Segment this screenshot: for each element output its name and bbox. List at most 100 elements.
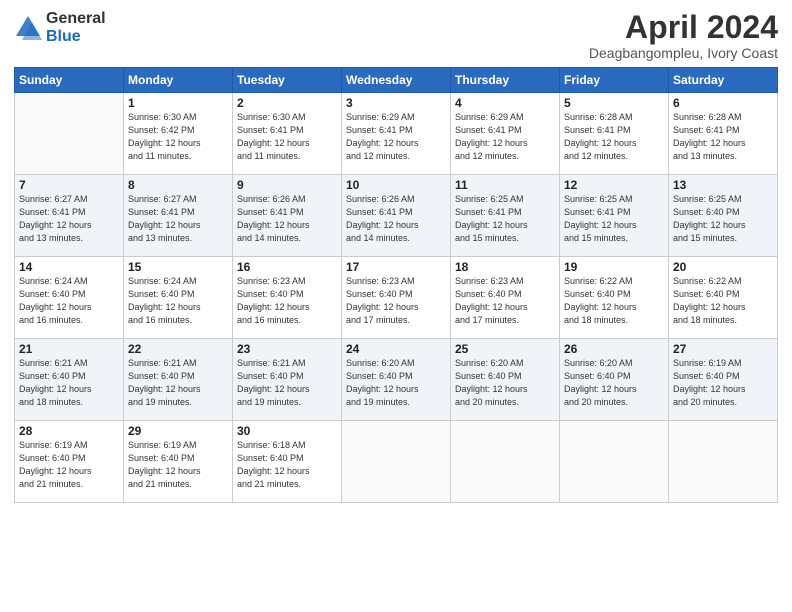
- day-cell: 6Sunrise: 6:28 AM Sunset: 6:41 PM Daylig…: [669, 93, 778, 175]
- day-number: 22: [128, 342, 228, 356]
- day-info: Sunrise: 6:22 AM Sunset: 6:40 PM Dayligh…: [564, 275, 664, 327]
- day-number: 24: [346, 342, 446, 356]
- header-row: Sunday Monday Tuesday Wednesday Thursday…: [15, 68, 778, 93]
- day-cell: 23Sunrise: 6:21 AM Sunset: 6:40 PM Dayli…: [233, 339, 342, 421]
- day-number: 9: [237, 178, 337, 192]
- main-title: April 2024: [589, 10, 778, 45]
- logo-general-text: General: [46, 10, 106, 28]
- day-cell: 14Sunrise: 6:24 AM Sunset: 6:40 PM Dayli…: [15, 257, 124, 339]
- col-wednesday: Wednesday: [342, 68, 451, 93]
- day-number: 11: [455, 178, 555, 192]
- day-number: 14: [19, 260, 119, 274]
- day-cell: 25Sunrise: 6:20 AM Sunset: 6:40 PM Dayli…: [451, 339, 560, 421]
- week-row-2: 7Sunrise: 6:27 AM Sunset: 6:41 PM Daylig…: [15, 175, 778, 257]
- header: General Blue April 2024 Deagbangompleu, …: [14, 10, 778, 61]
- day-cell: 26Sunrise: 6:20 AM Sunset: 6:40 PM Dayli…: [560, 339, 669, 421]
- col-saturday: Saturday: [669, 68, 778, 93]
- day-info: Sunrise: 6:25 AM Sunset: 6:41 PM Dayligh…: [455, 193, 555, 245]
- day-info: Sunrise: 6:19 AM Sunset: 6:40 PM Dayligh…: [19, 439, 119, 491]
- day-number: 5: [564, 96, 664, 110]
- day-info: Sunrise: 6:29 AM Sunset: 6:41 PM Dayligh…: [455, 111, 555, 163]
- day-info: Sunrise: 6:18 AM Sunset: 6:40 PM Dayligh…: [237, 439, 337, 491]
- day-info: Sunrise: 6:28 AM Sunset: 6:41 PM Dayligh…: [564, 111, 664, 163]
- week-row-5: 28Sunrise: 6:19 AM Sunset: 6:40 PM Dayli…: [15, 421, 778, 503]
- day-info: Sunrise: 6:27 AM Sunset: 6:41 PM Dayligh…: [128, 193, 228, 245]
- day-cell: 16Sunrise: 6:23 AM Sunset: 6:40 PM Dayli…: [233, 257, 342, 339]
- day-info: Sunrise: 6:28 AM Sunset: 6:41 PM Dayligh…: [673, 111, 773, 163]
- logo-blue-text: Blue: [46, 28, 106, 46]
- day-info: Sunrise: 6:30 AM Sunset: 6:41 PM Dayligh…: [237, 111, 337, 163]
- page: General Blue April 2024 Deagbangompleu, …: [0, 0, 792, 612]
- day-cell: 27Sunrise: 6:19 AM Sunset: 6:40 PM Dayli…: [669, 339, 778, 421]
- day-info: Sunrise: 6:23 AM Sunset: 6:40 PM Dayligh…: [455, 275, 555, 327]
- day-cell: 28Sunrise: 6:19 AM Sunset: 6:40 PM Dayli…: [15, 421, 124, 503]
- day-cell: [342, 421, 451, 503]
- day-info: Sunrise: 6:19 AM Sunset: 6:40 PM Dayligh…: [673, 357, 773, 409]
- day-cell: 29Sunrise: 6:19 AM Sunset: 6:40 PM Dayli…: [124, 421, 233, 503]
- day-info: Sunrise: 6:27 AM Sunset: 6:41 PM Dayligh…: [19, 193, 119, 245]
- day-number: 8: [128, 178, 228, 192]
- day-cell: 7Sunrise: 6:27 AM Sunset: 6:41 PM Daylig…: [15, 175, 124, 257]
- day-cell: 9Sunrise: 6:26 AM Sunset: 6:41 PM Daylig…: [233, 175, 342, 257]
- day-number: 17: [346, 260, 446, 274]
- day-number: 23: [237, 342, 337, 356]
- day-cell: [560, 421, 669, 503]
- day-number: 19: [564, 260, 664, 274]
- day-number: 26: [564, 342, 664, 356]
- day-info: Sunrise: 6:22 AM Sunset: 6:40 PM Dayligh…: [673, 275, 773, 327]
- day-cell: 17Sunrise: 6:23 AM Sunset: 6:40 PM Dayli…: [342, 257, 451, 339]
- day-number: 20: [673, 260, 773, 274]
- day-info: Sunrise: 6:24 AM Sunset: 6:40 PM Dayligh…: [128, 275, 228, 327]
- title-block: April 2024 Deagbangompleu, Ivory Coast: [589, 10, 778, 61]
- calendar-body: 1Sunrise: 6:30 AM Sunset: 6:42 PM Daylig…: [15, 93, 778, 503]
- week-row-3: 14Sunrise: 6:24 AM Sunset: 6:40 PM Dayli…: [15, 257, 778, 339]
- day-number: 2: [237, 96, 337, 110]
- week-row-1: 1Sunrise: 6:30 AM Sunset: 6:42 PM Daylig…: [15, 93, 778, 175]
- day-info: Sunrise: 6:21 AM Sunset: 6:40 PM Dayligh…: [128, 357, 228, 409]
- day-cell: 2Sunrise: 6:30 AM Sunset: 6:41 PM Daylig…: [233, 93, 342, 175]
- day-number: 25: [455, 342, 555, 356]
- col-friday: Friday: [560, 68, 669, 93]
- logo-text: General Blue: [46, 10, 106, 45]
- col-tuesday: Tuesday: [233, 68, 342, 93]
- day-number: 16: [237, 260, 337, 274]
- day-cell: 22Sunrise: 6:21 AM Sunset: 6:40 PM Dayli…: [124, 339, 233, 421]
- day-info: Sunrise: 6:20 AM Sunset: 6:40 PM Dayligh…: [455, 357, 555, 409]
- day-number: 30: [237, 424, 337, 438]
- day-cell: 18Sunrise: 6:23 AM Sunset: 6:40 PM Dayli…: [451, 257, 560, 339]
- day-info: Sunrise: 6:26 AM Sunset: 6:41 PM Dayligh…: [237, 193, 337, 245]
- day-cell: 1Sunrise: 6:30 AM Sunset: 6:42 PM Daylig…: [124, 93, 233, 175]
- day-number: 15: [128, 260, 228, 274]
- day-cell: 13Sunrise: 6:25 AM Sunset: 6:40 PM Dayli…: [669, 175, 778, 257]
- day-number: 29: [128, 424, 228, 438]
- day-cell: [451, 421, 560, 503]
- day-info: Sunrise: 6:26 AM Sunset: 6:41 PM Dayligh…: [346, 193, 446, 245]
- day-number: 4: [455, 96, 555, 110]
- day-number: 6: [673, 96, 773, 110]
- col-thursday: Thursday: [451, 68, 560, 93]
- day-info: Sunrise: 6:25 AM Sunset: 6:40 PM Dayligh…: [673, 193, 773, 245]
- day-info: Sunrise: 6:20 AM Sunset: 6:40 PM Dayligh…: [346, 357, 446, 409]
- subtitle: Deagbangompleu, Ivory Coast: [589, 45, 778, 61]
- week-row-4: 21Sunrise: 6:21 AM Sunset: 6:40 PM Dayli…: [15, 339, 778, 421]
- day-cell: 5Sunrise: 6:28 AM Sunset: 6:41 PM Daylig…: [560, 93, 669, 175]
- day-cell: 3Sunrise: 6:29 AM Sunset: 6:41 PM Daylig…: [342, 93, 451, 175]
- day-info: Sunrise: 6:24 AM Sunset: 6:40 PM Dayligh…: [19, 275, 119, 327]
- day-number: 27: [673, 342, 773, 356]
- day-number: 13: [673, 178, 773, 192]
- day-number: 7: [19, 178, 119, 192]
- day-number: 12: [564, 178, 664, 192]
- day-number: 21: [19, 342, 119, 356]
- logo: General Blue: [14, 10, 106, 45]
- calendar: Sunday Monday Tuesday Wednesday Thursday…: [14, 67, 778, 503]
- day-cell: 20Sunrise: 6:22 AM Sunset: 6:40 PM Dayli…: [669, 257, 778, 339]
- day-cell: 10Sunrise: 6:26 AM Sunset: 6:41 PM Dayli…: [342, 175, 451, 257]
- day-info: Sunrise: 6:23 AM Sunset: 6:40 PM Dayligh…: [346, 275, 446, 327]
- day-info: Sunrise: 6:30 AM Sunset: 6:42 PM Dayligh…: [128, 111, 228, 163]
- day-cell: 4Sunrise: 6:29 AM Sunset: 6:41 PM Daylig…: [451, 93, 560, 175]
- day-number: 3: [346, 96, 446, 110]
- day-info: Sunrise: 6:29 AM Sunset: 6:41 PM Dayligh…: [346, 111, 446, 163]
- day-info: Sunrise: 6:21 AM Sunset: 6:40 PM Dayligh…: [19, 357, 119, 409]
- day-info: Sunrise: 6:20 AM Sunset: 6:40 PM Dayligh…: [564, 357, 664, 409]
- day-cell: 24Sunrise: 6:20 AM Sunset: 6:40 PM Dayli…: [342, 339, 451, 421]
